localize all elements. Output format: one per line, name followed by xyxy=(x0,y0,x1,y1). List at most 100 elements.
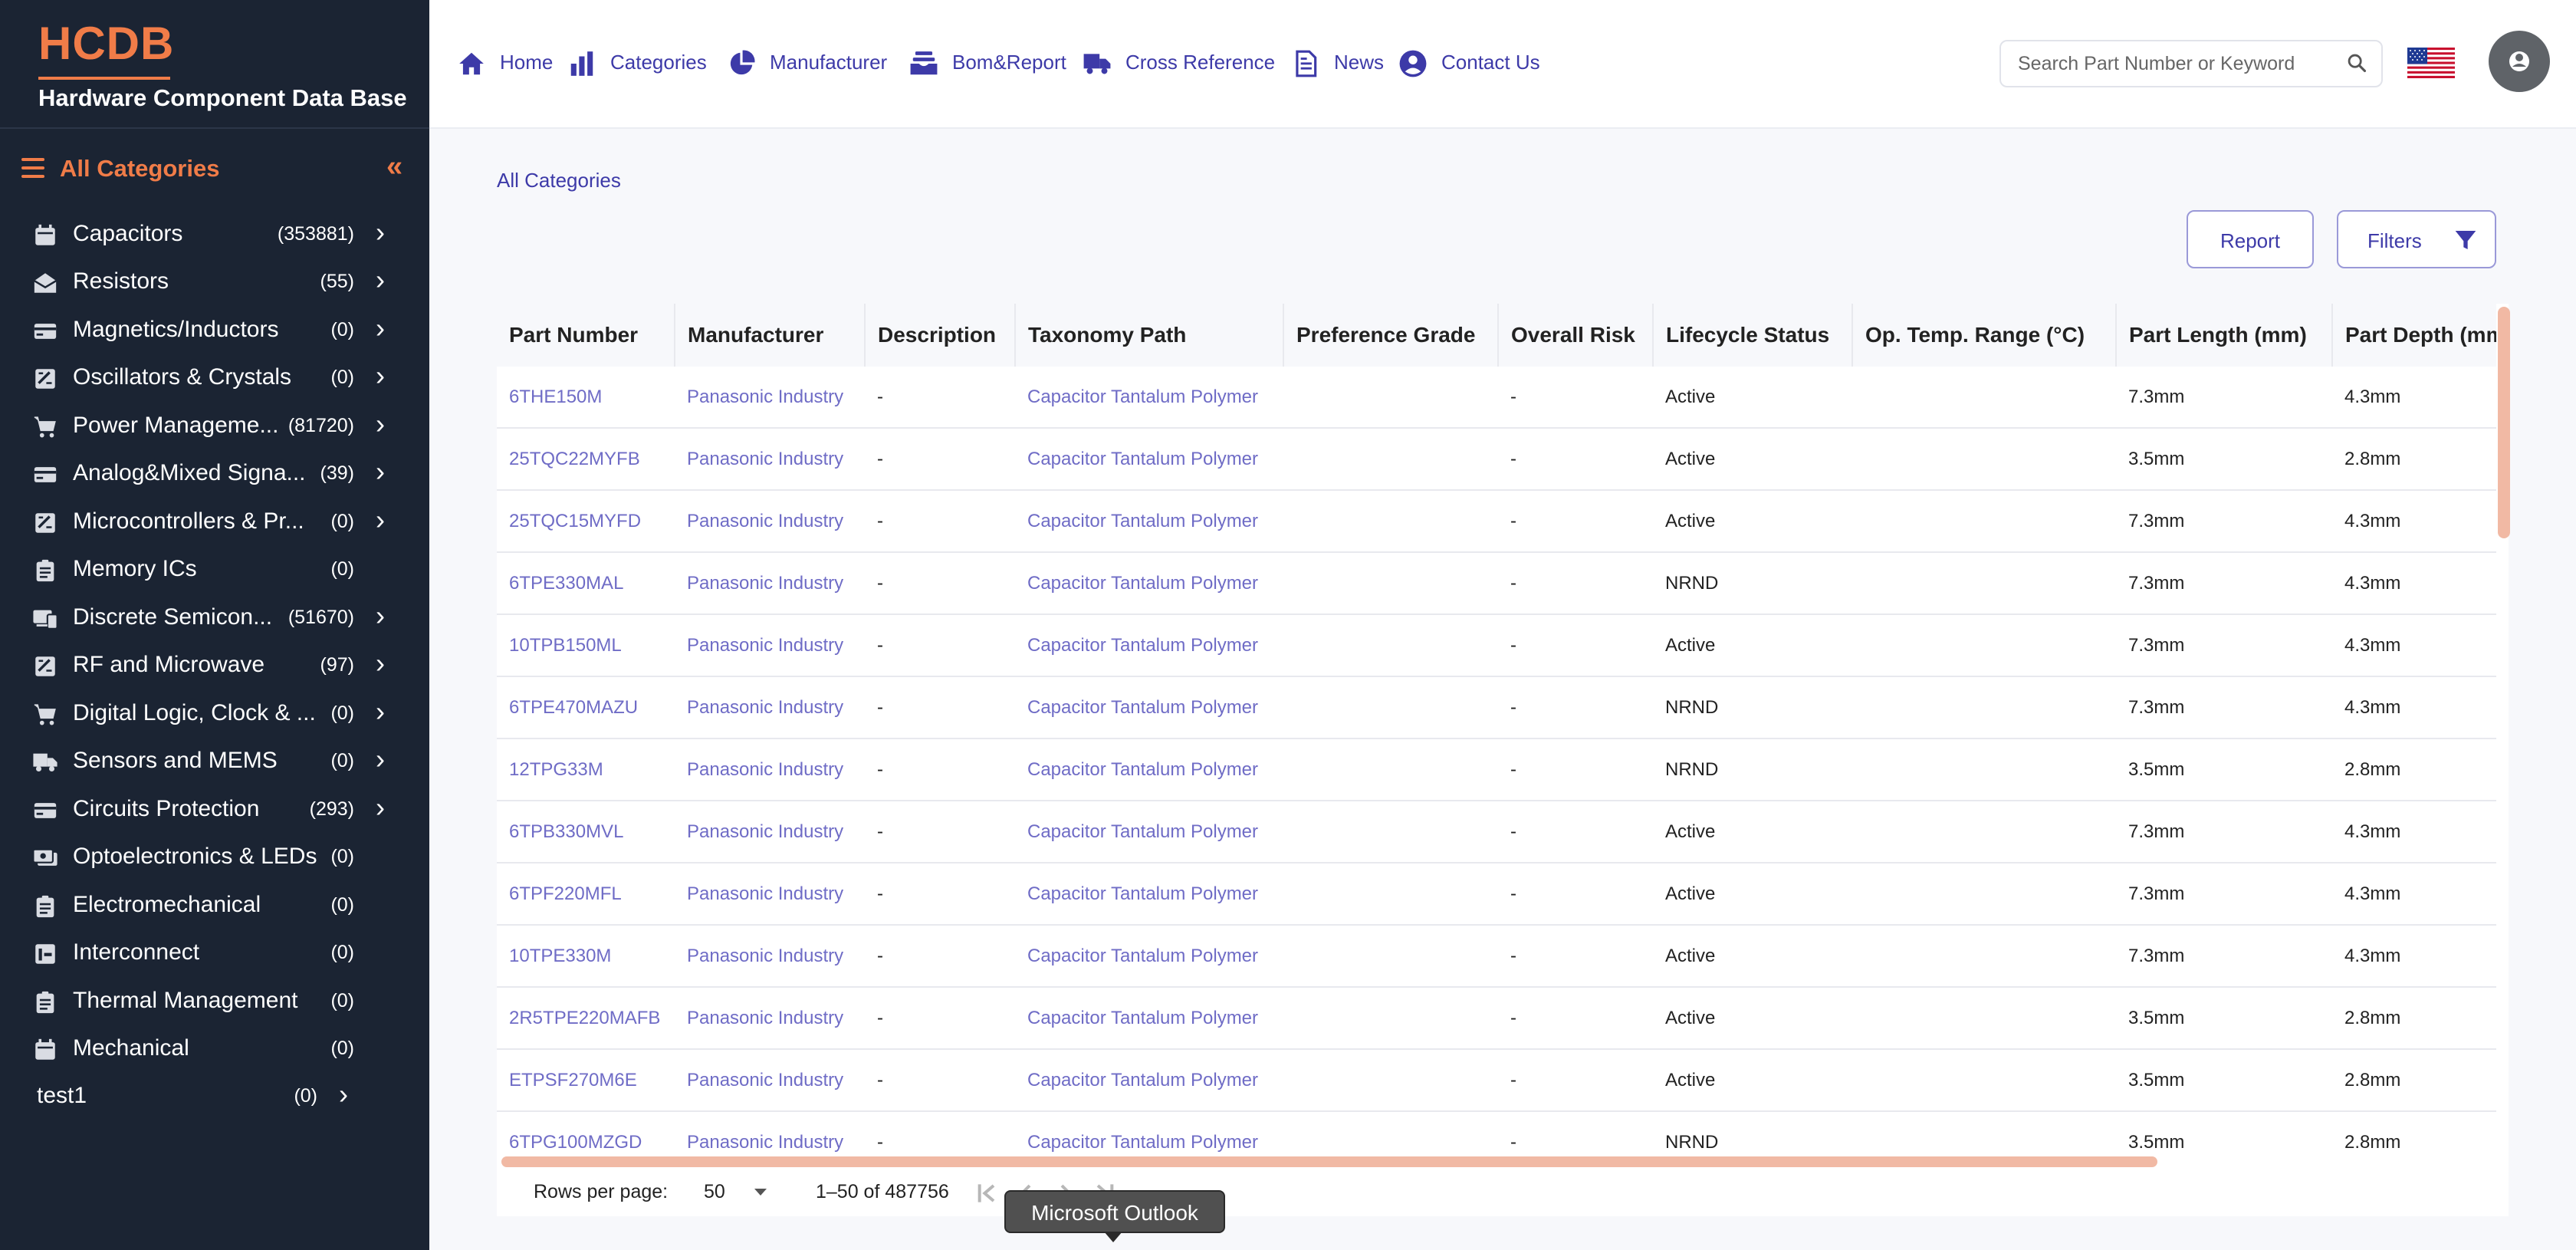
first-page-icon[interactable] xyxy=(971,1178,1001,1209)
chevron-right-icon[interactable]: › xyxy=(339,1078,348,1110)
cell-taxonomy-path[interactable]: Capacitor Tantalum Polymer xyxy=(1015,925,1283,988)
table-row[interactable]: 12TPG33M Panasonic Industry - Capacitor Tan… xyxy=(497,738,2496,801)
all-categories-label[interactable]: All Categories xyxy=(60,155,219,183)
cell-part-number[interactable]: 6TPE470MAZU xyxy=(497,676,675,739)
sidebar-category-item[interactable]: Thermal Management (0) xyxy=(0,977,429,1025)
cell-manufacturer[interactable]: Panasonic Industry xyxy=(675,1049,865,1112)
cell-manufacturer[interactable]: Panasonic Industry xyxy=(675,738,865,801)
chevron-right-icon[interactable]: › xyxy=(376,696,385,728)
sidebar-category-item[interactable]: Resistors (55) › xyxy=(0,258,429,305)
filters-button[interactable]: Filters xyxy=(2337,210,2496,268)
cell-taxonomy-path[interactable]: Capacitor Tantalum Polymer xyxy=(1015,490,1283,553)
column-header-part-number[interactable]: Part Number xyxy=(497,304,675,367)
cell-taxonomy-path[interactable]: Capacitor Tantalum Polymer xyxy=(1015,676,1283,739)
sidebar-category-item[interactable]: Memory ICs (0) xyxy=(0,545,429,593)
sidebar-category-item[interactable]: Sensors and MEMS (0) › xyxy=(0,737,429,785)
chevron-right-icon[interactable]: › xyxy=(376,264,385,296)
cell-part-number[interactable]: 6TPB330MVL xyxy=(497,801,675,863)
table-row[interactable]: 2R5TPE220MAFB Panasonic Industry - Capacito… xyxy=(497,987,2496,1050)
table-row[interactable]: 6TPE470MAZU Panasonic Industry - Capacitor … xyxy=(497,676,2496,739)
sidebar-category-item[interactable]: Magnetics/Inductors (0) › xyxy=(0,306,429,354)
sidebar-category-item[interactable]: Microcontrollers & Pr... (0) › xyxy=(0,498,429,545)
cell-part-number[interactable]: 6THE150M xyxy=(497,367,675,429)
cell-manufacturer[interactable]: Panasonic Industry xyxy=(675,1111,865,1156)
chevron-right-icon[interactable]: › xyxy=(376,408,385,440)
sidebar-category-item[interactable]: RF and Microwave (97) › xyxy=(0,641,429,689)
cell-manufacturer[interactable]: Panasonic Industry xyxy=(675,987,865,1050)
column-header-part-length[interactable]: Part Length (mm) xyxy=(2116,304,2333,367)
user-avatar[interactable] xyxy=(2489,31,2550,92)
column-header-lifecycle-status[interactable]: Lifecycle Status xyxy=(1653,304,1853,367)
cell-taxonomy-path[interactable]: Capacitor Tantalum Polymer xyxy=(1015,367,1283,429)
column-header-description[interactable]: Description xyxy=(865,304,1016,367)
cell-part-number[interactable]: 25TQC15MYFD xyxy=(497,490,675,553)
cell-manufacturer[interactable]: Panasonic Industry xyxy=(675,863,865,926)
cell-taxonomy-path[interactable]: Capacitor Tantalum Polymer xyxy=(1015,863,1283,926)
table-scroll-area[interactable]: Part Number Manufacturer Description Taxono… xyxy=(497,304,2496,1156)
cell-taxonomy-path[interactable]: Capacitor Tantalum Polymer xyxy=(1015,738,1283,801)
collapse-sidebar-icon[interactable]: « xyxy=(386,150,402,183)
cell-part-number[interactable]: ETPSF270M6E xyxy=(497,1049,675,1112)
sidebar-category-item[interactable]: Interconnect (0) xyxy=(0,929,429,976)
column-header-part-depth[interactable]: Part Depth (mm) xyxy=(2332,304,2496,367)
chevron-right-icon[interactable]: › xyxy=(376,312,385,344)
sidebar-category-item[interactable]: Power Manageme... (81720) › xyxy=(0,402,429,449)
chevron-right-icon[interactable]: › xyxy=(376,504,385,536)
report-button[interactable]: Report xyxy=(2187,210,2314,268)
search-icon[interactable] xyxy=(2346,52,2367,74)
cell-part-number[interactable]: 6TPG100MZGD xyxy=(497,1111,675,1156)
search-input[interactable] xyxy=(2016,49,2334,78)
column-header-taxonomy-path[interactable]: Taxonomy Path xyxy=(1015,304,1284,367)
sidebar-category-item[interactable]: Discrete Semicon... (51670) › xyxy=(0,594,429,641)
column-header-op-temp-range[interactable]: Op. Temp. Range (°C) xyxy=(1852,304,2117,367)
chevron-right-icon[interactable]: › xyxy=(376,743,385,775)
sidebar-category-item[interactable]: Analog&Mixed Signa... (39) › xyxy=(0,449,429,497)
sidebar-category-item[interactable]: Oscillators & Crystals (0) › xyxy=(0,354,429,401)
cell-part-number[interactable]: 12TPG33M xyxy=(497,738,675,801)
cell-manufacturer[interactable]: Panasonic Industry xyxy=(675,676,865,739)
brand-logo[interactable]: HCDB xyxy=(38,17,174,70)
column-header-overall-risk[interactable]: Overall Risk xyxy=(1498,304,1654,367)
horizontal-scrollbar-thumb[interactable] xyxy=(501,1156,2157,1167)
vertical-scrollbar-thumb[interactable] xyxy=(2498,307,2510,538)
cell-part-number[interactable]: 6TPE330MAL xyxy=(497,552,675,615)
column-header-manufacturer[interactable]: Manufacturer xyxy=(675,304,866,367)
table-row[interactable]: ETPSF270M6E Panasonic Industry - Capacitor … xyxy=(497,1049,2496,1112)
sidebar-category-item[interactable]: Electromechanical (0) xyxy=(0,881,429,929)
breadcrumb[interactable]: All Categories xyxy=(497,169,621,192)
table-row[interactable]: 25TQC15MYFD Panasonic Industry - Capacitor … xyxy=(497,490,2496,553)
table-row[interactable]: 10TPE330M Panasonic Industry - Capacitor Ta… xyxy=(497,925,2496,988)
chevron-right-icon[interactable]: › xyxy=(376,456,385,488)
table-row[interactable]: 10TPB150ML Panasonic Industry - Capacitor T… xyxy=(497,614,2496,677)
sidebar-category-item[interactable]: Circuits Protection (293) › xyxy=(0,785,429,833)
cell-manufacturer[interactable]: Panasonic Industry xyxy=(675,490,865,553)
sidebar-category-item[interactable]: Digital Logic, Clock & ... (0) › xyxy=(0,689,429,737)
cell-part-number[interactable]: 2R5TPE220MAFB xyxy=(497,987,675,1050)
rows-per-page-select[interactable]: 50 xyxy=(704,1178,773,1206)
cell-taxonomy-path[interactable]: Capacitor Tantalum Polymer xyxy=(1015,1049,1283,1112)
menu-icon[interactable] xyxy=(21,158,44,178)
all-categories-header[interactable]: All Categories « xyxy=(0,143,429,193)
cell-taxonomy-path[interactable]: Capacitor Tantalum Polymer xyxy=(1015,1111,1283,1156)
cell-taxonomy-path[interactable]: Capacitor Tantalum Polymer xyxy=(1015,987,1283,1050)
cell-manufacturer[interactable]: Panasonic Industry xyxy=(675,801,865,863)
cell-taxonomy-path[interactable]: Capacitor Tantalum Polymer xyxy=(1015,428,1283,491)
sidebar-category-item[interactable]: Mechanical (0) xyxy=(0,1025,429,1072)
cell-part-number[interactable]: 10TPB150ML xyxy=(497,614,675,677)
cell-manufacturer[interactable]: Panasonic Industry xyxy=(675,428,865,491)
cell-taxonomy-path[interactable]: Capacitor Tantalum Polymer xyxy=(1015,801,1283,863)
horizontal-scrollbar[interactable] xyxy=(501,1156,2509,1167)
table-row[interactable]: 6TPE330MAL Panasonic Industry - Capacitor T… xyxy=(497,552,2496,615)
sidebar-category-item[interactable]: Capacitors (353881) › xyxy=(0,210,429,258)
cell-manufacturer[interactable]: Panasonic Industry xyxy=(675,552,865,615)
sidebar-category-item[interactable]: test1 (0) › xyxy=(0,1072,429,1120)
search-box[interactable] xyxy=(1999,40,2383,87)
chevron-right-icon[interactable]: › xyxy=(376,600,385,632)
table-row[interactable]: 6TPF220MFL Panasonic Industry - Capacitor T… xyxy=(497,863,2496,926)
chevron-right-icon[interactable]: › xyxy=(376,360,385,392)
cell-manufacturer[interactable]: Panasonic Industry xyxy=(675,367,865,429)
table-row[interactable]: 6THE150M Panasonic Industry - Capacitor Tan… xyxy=(497,367,2496,429)
cell-part-number[interactable]: 10TPE330M xyxy=(497,925,675,988)
brand[interactable]: HCDB Hardware Component Data Base xyxy=(0,0,429,129)
cell-manufacturer[interactable]: Panasonic Industry xyxy=(675,614,865,677)
